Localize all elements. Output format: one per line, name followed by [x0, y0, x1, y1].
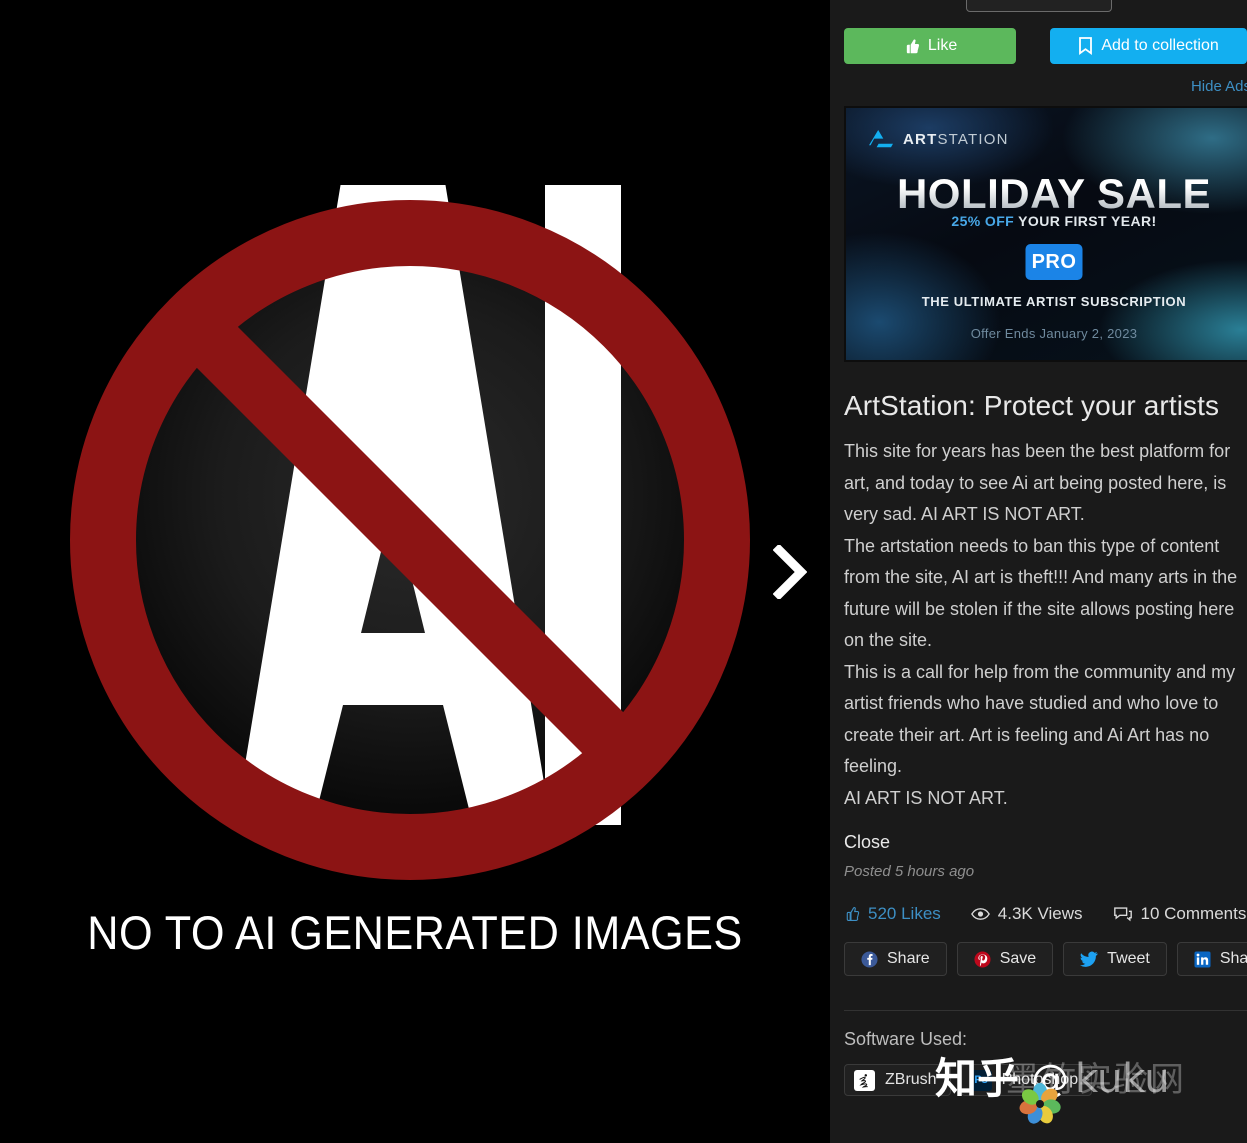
- hide-ads-row: Hide Ads: [830, 64, 1247, 96]
- ad-subhead-rest: YOUR FIRST YEAR!: [1014, 213, 1157, 229]
- linkedin-share-button[interactable]: Share: [1176, 942, 1247, 976]
- stat-likes-label: 520 Likes: [868, 904, 941, 923]
- ad-offer-ends: Offer Ends January 2, 2023: [970, 326, 1138, 341]
- no-ai-symbol: [55, 185, 765, 895]
- twitter-tweet-label: Tweet: [1107, 950, 1150, 967]
- stat-views-label: 4.3K Views: [997, 904, 1083, 923]
- comments-icon: [1113, 907, 1132, 922]
- action-buttons: Like Add to collection: [830, 12, 1247, 64]
- add-to-collection-label: Add to collection: [1101, 37, 1219, 54]
- prohibition-ring: [55, 185, 765, 895]
- social-share-buttons: Share Save Tweet Sha: [830, 924, 1247, 976]
- post-sidebar: Like Add to collection Hide Ads ARTSTATI…: [830, 0, 1247, 1143]
- ad-brand-light: STATION: [937, 131, 1009, 148]
- ad-tagline: THE ULTIMATE ARTIST SUBSCRIPTION: [921, 294, 1187, 309]
- post-description: This site for years has been the best pl…: [844, 441, 1238, 808]
- software-photoshop-label: Photoshop: [1001, 1071, 1079, 1088]
- ad-subhead: 25% OFF YOUR FIRST YEAR!: [846, 213, 1247, 229]
- pinterest-save-button[interactable]: Save: [956, 942, 1054, 976]
- software-item-zbrush[interactable]: ZBrush: [844, 1064, 951, 1096]
- thumbs-up-icon: [846, 907, 860, 921]
- linkedin-icon: [1194, 950, 1211, 968]
- software-item-photoshop[interactable]: Ps Photoshop: [960, 1064, 1093, 1096]
- ad-brand-logo: ARTSTATION: [868, 130, 1009, 149]
- ad-brand-text: ARTSTATION: [903, 131, 1009, 148]
- facebook-share-button[interactable]: Share: [844, 942, 947, 976]
- add-to-collection-button[interactable]: Add to collection: [1050, 28, 1247, 64]
- photoshop-icon: Ps: [970, 1069, 992, 1091]
- post-stats: 520 Likes 4.3K Views 10 Comments: [830, 880, 1247, 924]
- next-image-button[interactable]: [764, 532, 816, 612]
- stat-comments: 10 Comments: [1113, 904, 1247, 924]
- ad-pro-badge: PRO: [1025, 244, 1083, 280]
- like-button[interactable]: Like: [844, 28, 1017, 64]
- thumbs-up-icon: [906, 38, 919, 53]
- zbrush-icon: [854, 1069, 875, 1091]
- hide-ads-link[interactable]: Hide Ads: [1191, 78, 1247, 95]
- software-zbrush-label: ZBrush: [885, 1071, 937, 1088]
- top-partial-button-row: [830, 0, 1247, 12]
- artwork-caption: NO TO AI GENERATED IMAGES: [87, 906, 743, 959]
- software-used-list: ZBrush Ps Photoshop: [830, 1050, 1247, 1096]
- pinterest-icon: [974, 950, 991, 968]
- pinterest-save-label: Save: [999, 950, 1037, 967]
- facebook-share-label: Share: [887, 950, 930, 967]
- post-title: ArtStation: Protect your artists: [844, 390, 1220, 421]
- software-used-label: Software Used:: [844, 1029, 968, 1049]
- artwork-image[interactable]: NO TO AI GENERATED IMAGES: [0, 0, 830, 1143]
- like-button-label: Like: [927, 37, 958, 54]
- twitter-icon: [1080, 951, 1098, 967]
- ad-brand-bold: ART: [903, 131, 938, 148]
- eye-icon: [970, 908, 990, 920]
- page-root: NO TO AI GENERATED IMAGES Like Add to co…: [0, 0, 1247, 1143]
- chevron-right-icon: [773, 544, 807, 599]
- follow-button-partial[interactable]: [965, 0, 1112, 12]
- artstation-pro-ad[interactable]: ARTSTATION HOLIDAY SALE 25% OFF YOUR FIR…: [844, 106, 1247, 362]
- artstation-logo-icon: [868, 130, 894, 149]
- artwork-viewer: NO TO AI GENERATED IMAGES: [0, 0, 830, 1143]
- linkedin-share-label: Share: [1219, 950, 1247, 967]
- post-timestamp: Posted 5 hours ago: [844, 863, 975, 880]
- stat-views: 4.3K Views: [970, 904, 1083, 924]
- stat-likes[interactable]: 520 Likes: [844, 904, 941, 924]
- ad-discount: 25% OFF: [951, 213, 1015, 229]
- stat-comments-label: 10 Comments: [1140, 904, 1247, 923]
- close-link[interactable]: Close: [830, 814, 1247, 853]
- bookmark-icon: [1079, 37, 1093, 55]
- twitter-tweet-button[interactable]: Tweet: [1063, 942, 1167, 976]
- ad-headline: HOLIDAY SALE: [846, 170, 1247, 218]
- facebook-icon: [861, 950, 878, 968]
